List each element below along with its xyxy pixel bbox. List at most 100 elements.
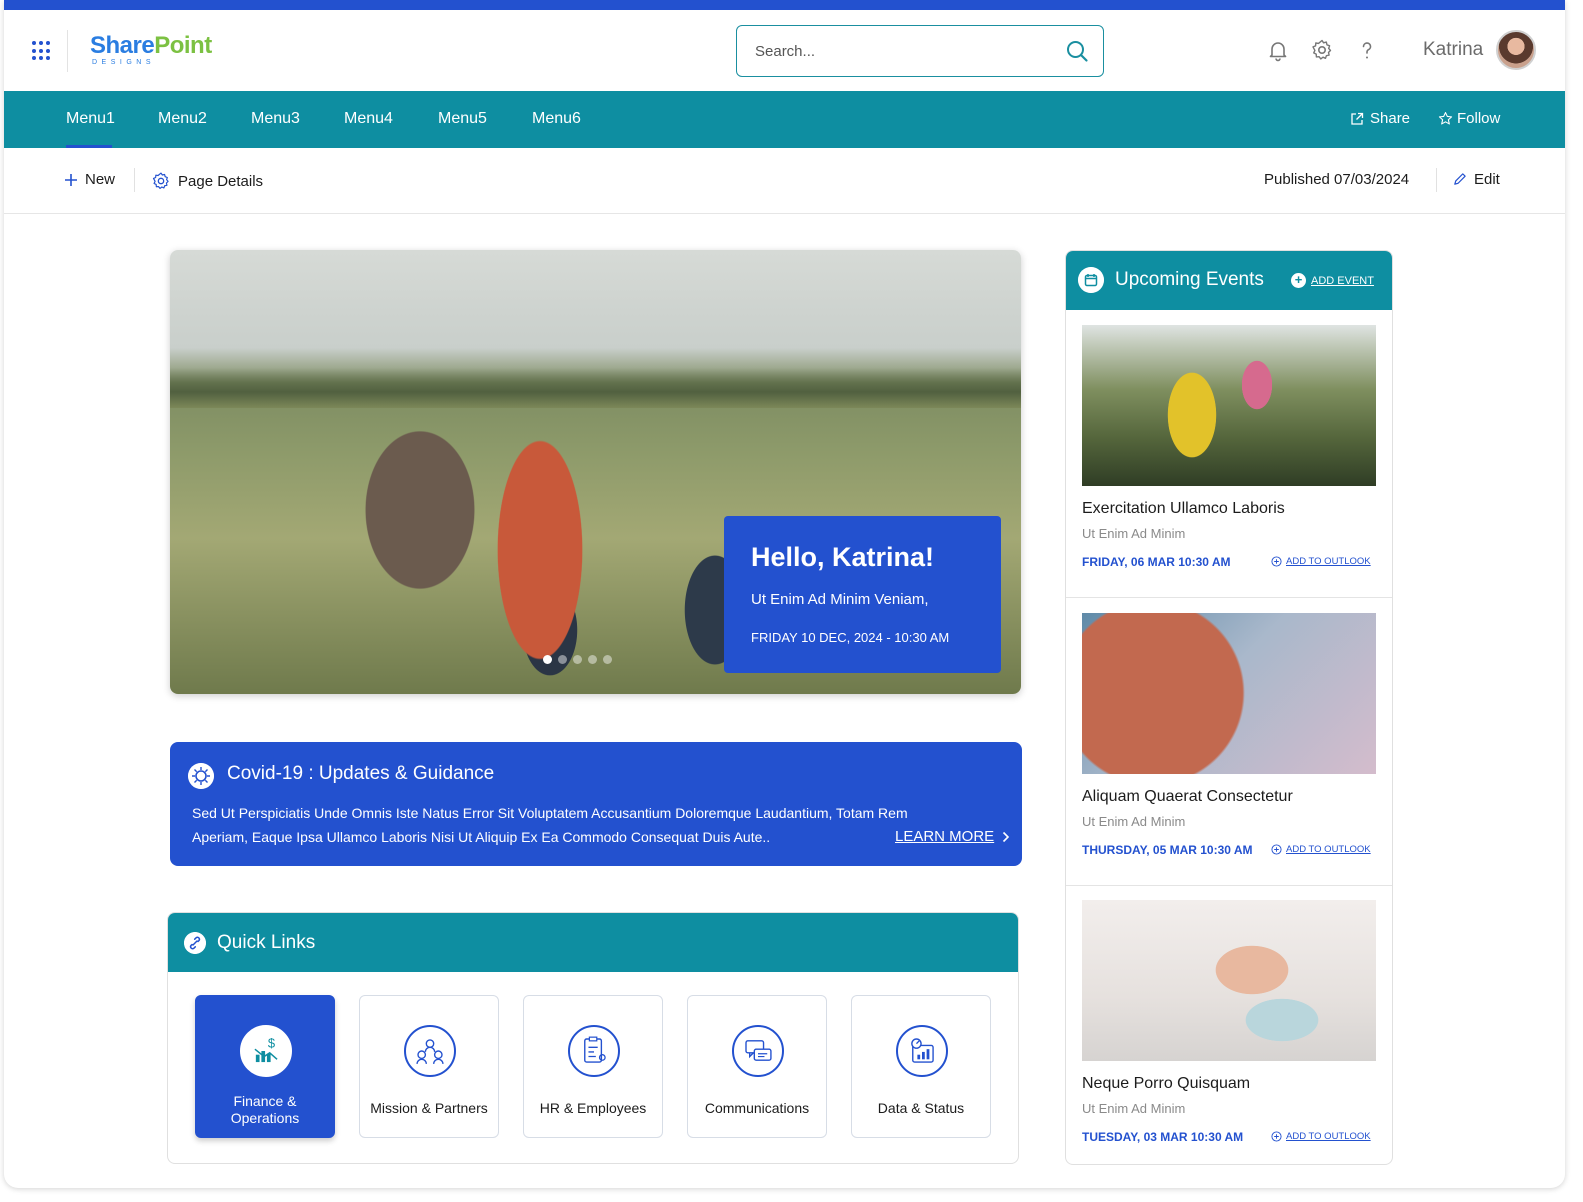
svg-text:$: $ xyxy=(268,1035,275,1050)
site-header: SharePoint DESIGNS Katrina xyxy=(4,10,1565,91)
share-button[interactable]: Share xyxy=(1350,110,1410,127)
quick-links-title: Quick Links xyxy=(217,932,316,953)
add-event-button[interactable]: + ADD EVENT xyxy=(1291,273,1374,288)
event-subtitle: Ut Enim Ad Minim xyxy=(1082,526,1186,541)
logo-subtitle: DESIGNS xyxy=(92,59,156,66)
data-icon xyxy=(896,1025,948,1077)
partners-icon xyxy=(404,1025,456,1077)
covid-title: Covid-19 : Updates & Guidance xyxy=(227,763,495,784)
hero-photo-family-field xyxy=(170,368,1021,408)
logo-text-secondary: Point xyxy=(154,32,212,59)
logo-text-primary: Share xyxy=(90,32,155,59)
event-date: FRIDAY, 06 MAR 10:30 AM xyxy=(1082,555,1231,569)
top-accent-bar xyxy=(4,0,1565,10)
follow-label: Follow xyxy=(1457,110,1501,127)
quick-link-finance[interactable]: $ Finance & Operations xyxy=(195,995,335,1138)
event-title[interactable]: Aliquam Quaerat Consectetur xyxy=(1082,788,1293,806)
edit-label: Edit xyxy=(1474,171,1500,188)
upcoming-events-panel: Upcoming Events + ADD EVENT Exercitation… xyxy=(1065,250,1393,1165)
quick-link-data[interactable]: Data & Status xyxy=(851,995,991,1138)
plus-circle-icon xyxy=(1271,556,1282,567)
event-image xyxy=(1082,613,1376,774)
quick-link-label: HR & Employees xyxy=(539,1100,647,1116)
finance-icon: $ xyxy=(240,1025,292,1077)
event-card[interactable]: Neque Porro Quisquam Ut Enim Ad Minim TU… xyxy=(1066,885,1392,1164)
quick-links-panel: Quick Links $ Finance & Operations Missi… xyxy=(167,912,1019,1164)
nav-menu-5[interactable]: Menu5 xyxy=(438,110,487,128)
page-details-label: Page Details xyxy=(178,172,264,190)
learn-more-label: LEARN MORE xyxy=(895,828,995,845)
edit-button[interactable]: Edit xyxy=(1452,171,1500,188)
quick-link-label: Data & Status xyxy=(877,1100,965,1116)
hero-date: FRIDAY 10 DEC, 2024 - 10:30 AM xyxy=(751,630,950,645)
event-date: TUESDAY, 03 MAR 10:30 AM xyxy=(1082,1130,1244,1144)
search-icon[interactable] xyxy=(1065,39,1089,63)
event-image xyxy=(1082,325,1376,486)
app-launcher-icon[interactable] xyxy=(32,41,52,61)
sharepoint-designs-logo[interactable]: SharePoint DESIGNS xyxy=(90,32,220,72)
quick-link-communications[interactable]: Communications xyxy=(687,995,827,1138)
quick-links-header: Quick Links xyxy=(168,913,1018,972)
quick-link-label: Communications xyxy=(704,1100,810,1116)
avatar[interactable] xyxy=(1496,30,1536,70)
event-subtitle: Ut Enim Ad Minim xyxy=(1082,1101,1186,1116)
learn-more-link[interactable]: LEARN MORE xyxy=(895,828,1010,845)
share-icon xyxy=(1351,112,1364,125)
virus-icon xyxy=(188,763,214,789)
nav-menu-6[interactable]: Menu6 xyxy=(532,110,581,128)
hero-greeting-card: Hello, Katrina! Ut Enim Ad Minim Veniam,… xyxy=(724,516,1001,673)
help-icon[interactable] xyxy=(1355,38,1379,62)
command-bar: New Page Details Published 07/03/2024 Ed… xyxy=(4,148,1565,214)
covid-banner: Covid-19 : Updates & Guidance Sed Ut Per… xyxy=(170,742,1022,866)
new-button[interactable]: New xyxy=(64,171,115,188)
calendar-icon xyxy=(1078,267,1104,293)
event-subtitle: Ut Enim Ad Minim xyxy=(1082,814,1186,829)
plus-icon xyxy=(65,173,77,186)
event-card[interactable]: Exercitation Ullamco Laboris Ut Enim Ad … xyxy=(1066,310,1392,598)
nav-menu-1[interactable]: Menu1 xyxy=(66,110,115,128)
carousel-dot[interactable] xyxy=(588,655,597,664)
new-label: New xyxy=(85,171,116,188)
chat-icon xyxy=(732,1025,784,1077)
events-title: Upcoming Events xyxy=(1115,269,1264,290)
command-divider xyxy=(134,168,135,192)
add-event-label: ADD EVENT xyxy=(1311,274,1374,287)
sharepoint-page: SharePoint DESIGNS Katrina Menu1 Menu2 M… xyxy=(4,0,1565,1188)
event-title[interactable]: Exercitation Ullamco Laboris xyxy=(1082,500,1285,518)
header-divider xyxy=(67,30,68,72)
add-to-outlook-link[interactable]: ADD TO OUTLOOK xyxy=(1271,844,1371,855)
search-input[interactable] xyxy=(755,40,1045,62)
nav-menu-4[interactable]: Menu4 xyxy=(344,110,393,128)
follow-button[interactable]: Follow xyxy=(1438,110,1500,127)
user-name[interactable]: Katrina xyxy=(1423,39,1483,61)
gear-icon[interactable] xyxy=(1310,38,1334,62)
search-box xyxy=(736,25,1104,77)
carousel-dot[interactable] xyxy=(573,655,582,664)
add-to-outlook-link[interactable]: ADD TO OUTLOOK xyxy=(1271,556,1371,567)
covid-body: Sed Ut Perspiciatis Unde Omnis Iste Natu… xyxy=(192,805,908,845)
plus-circle-icon xyxy=(1271,844,1282,855)
nav-menu-3[interactable]: Menu3 xyxy=(251,110,300,128)
hero-greeting: Hello, Katrina! xyxy=(751,542,935,572)
share-label: Share xyxy=(1370,110,1411,127)
quick-link-hr[interactable]: HR & Employees xyxy=(523,995,663,1138)
add-to-outlook-label: ADD TO OUTLOOK xyxy=(1286,556,1371,567)
chevron-right-icon xyxy=(1003,831,1010,842)
site-navigation: Menu1 Menu2 Menu3 Menu4 Menu5 Menu6 Shar… xyxy=(4,91,1565,148)
carousel-dots xyxy=(543,655,612,664)
carousel-dot[interactable] xyxy=(603,655,612,664)
carousel-dot[interactable] xyxy=(543,655,552,664)
event-image xyxy=(1082,900,1376,1061)
event-title[interactable]: Neque Porro Quisquam xyxy=(1082,1075,1250,1093)
add-to-outlook-link[interactable]: ADD TO OUTLOOK xyxy=(1271,1131,1371,1142)
hero-carousel[interactable]: Hello, Katrina! Ut Enim Ad Minim Veniam,… xyxy=(170,250,1021,694)
quick-link-mission[interactable]: Mission & Partners xyxy=(359,995,499,1138)
nav-menu-2[interactable]: Menu2 xyxy=(158,110,207,128)
bell-icon[interactable] xyxy=(1266,38,1290,62)
hero-subtitle: Ut Enim Ad Minim Veniam, xyxy=(751,591,929,608)
event-card[interactable]: Aliquam Quaerat Consectetur Ut Enim Ad M… xyxy=(1066,598,1392,886)
settings-icon xyxy=(152,172,169,189)
carousel-dot[interactable] xyxy=(558,655,567,664)
page-details-button[interactable]: Page Details xyxy=(151,171,263,191)
link-icon xyxy=(184,932,206,954)
